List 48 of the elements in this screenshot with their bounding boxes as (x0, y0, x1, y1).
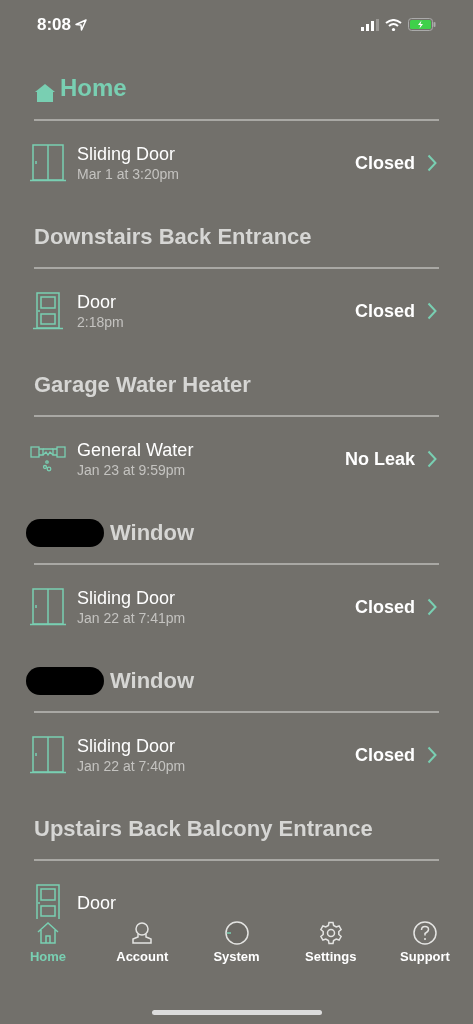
device-status[interactable]: Closed (355, 593, 415, 621)
tab-button[interactable]: System (202, 921, 271, 965)
page-title: Home (60, 73, 127, 103)
device-name: General Water (77, 439, 195, 461)
device-name: Sliding Door (77, 587, 177, 609)
device-timestamp: Jan 22 at 7:41pm (77, 609, 187, 627)
tab-button[interactable]: Support (391, 921, 459, 965)
status-time: 8:08 (37, 14, 72, 36)
tab-button[interactable]: Home (14, 921, 82, 965)
sliding-door-icon (30, 144, 66, 182)
device-status[interactable]: Closed (355, 297, 415, 325)
device-name: Door (77, 892, 117, 914)
battery-icon (408, 18, 436, 31)
dial-icon (224, 921, 249, 945)
chevron-right-icon[interactable] (427, 598, 437, 616)
section-title: Garage Water Heater (34, 371, 251, 399)
door-icon (30, 292, 66, 330)
wifi-icon (385, 18, 402, 31)
section-title: Window (110, 519, 195, 547)
tab-button[interactable]: Account (108, 921, 177, 965)
section-title: Downstairs Back Entrance (34, 223, 312, 251)
section-title: Upstairs Back Balcony Entrance (34, 815, 373, 843)
device-timestamp: Jan 23 at 9:59pm (77, 461, 187, 479)
device-name: Door (77, 291, 117, 313)
sliding-door-icon (30, 736, 66, 774)
device-status[interactable]: Closed (355, 741, 415, 769)
device-timestamp: 2:18pm (77, 313, 125, 331)
tab-button[interactable]: Settings (296, 921, 365, 965)
device-name: Sliding Door (77, 735, 177, 757)
chevron-right-icon[interactable] (427, 746, 437, 764)
location-arrow-icon (75, 19, 88, 31)
settings-icon (318, 921, 343, 945)
signal-icon (361, 18, 379, 31)
device-timestamp: Jan 22 at 7:40pm (77, 757, 187, 775)
device-timestamp: Mar 1 at 3:20pm (77, 165, 180, 183)
chevron-right-icon[interactable] (427, 302, 437, 320)
chevron-right-icon[interactable] (427, 154, 437, 172)
device-name: Sliding Door (77, 143, 177, 165)
section-title: Window (110, 667, 195, 695)
sliding-door-icon (30, 588, 66, 626)
device-status[interactable]: Closed (355, 149, 415, 177)
chevron-right-icon[interactable] (427, 450, 437, 468)
pipe-leak-icon (30, 445, 66, 473)
home-icon (36, 921, 60, 945)
device-status[interactable]: No Leak (344, 445, 415, 473)
help-icon (413, 921, 437, 945)
house-icon (34, 83, 56, 103)
person-icon (130, 921, 155, 945)
